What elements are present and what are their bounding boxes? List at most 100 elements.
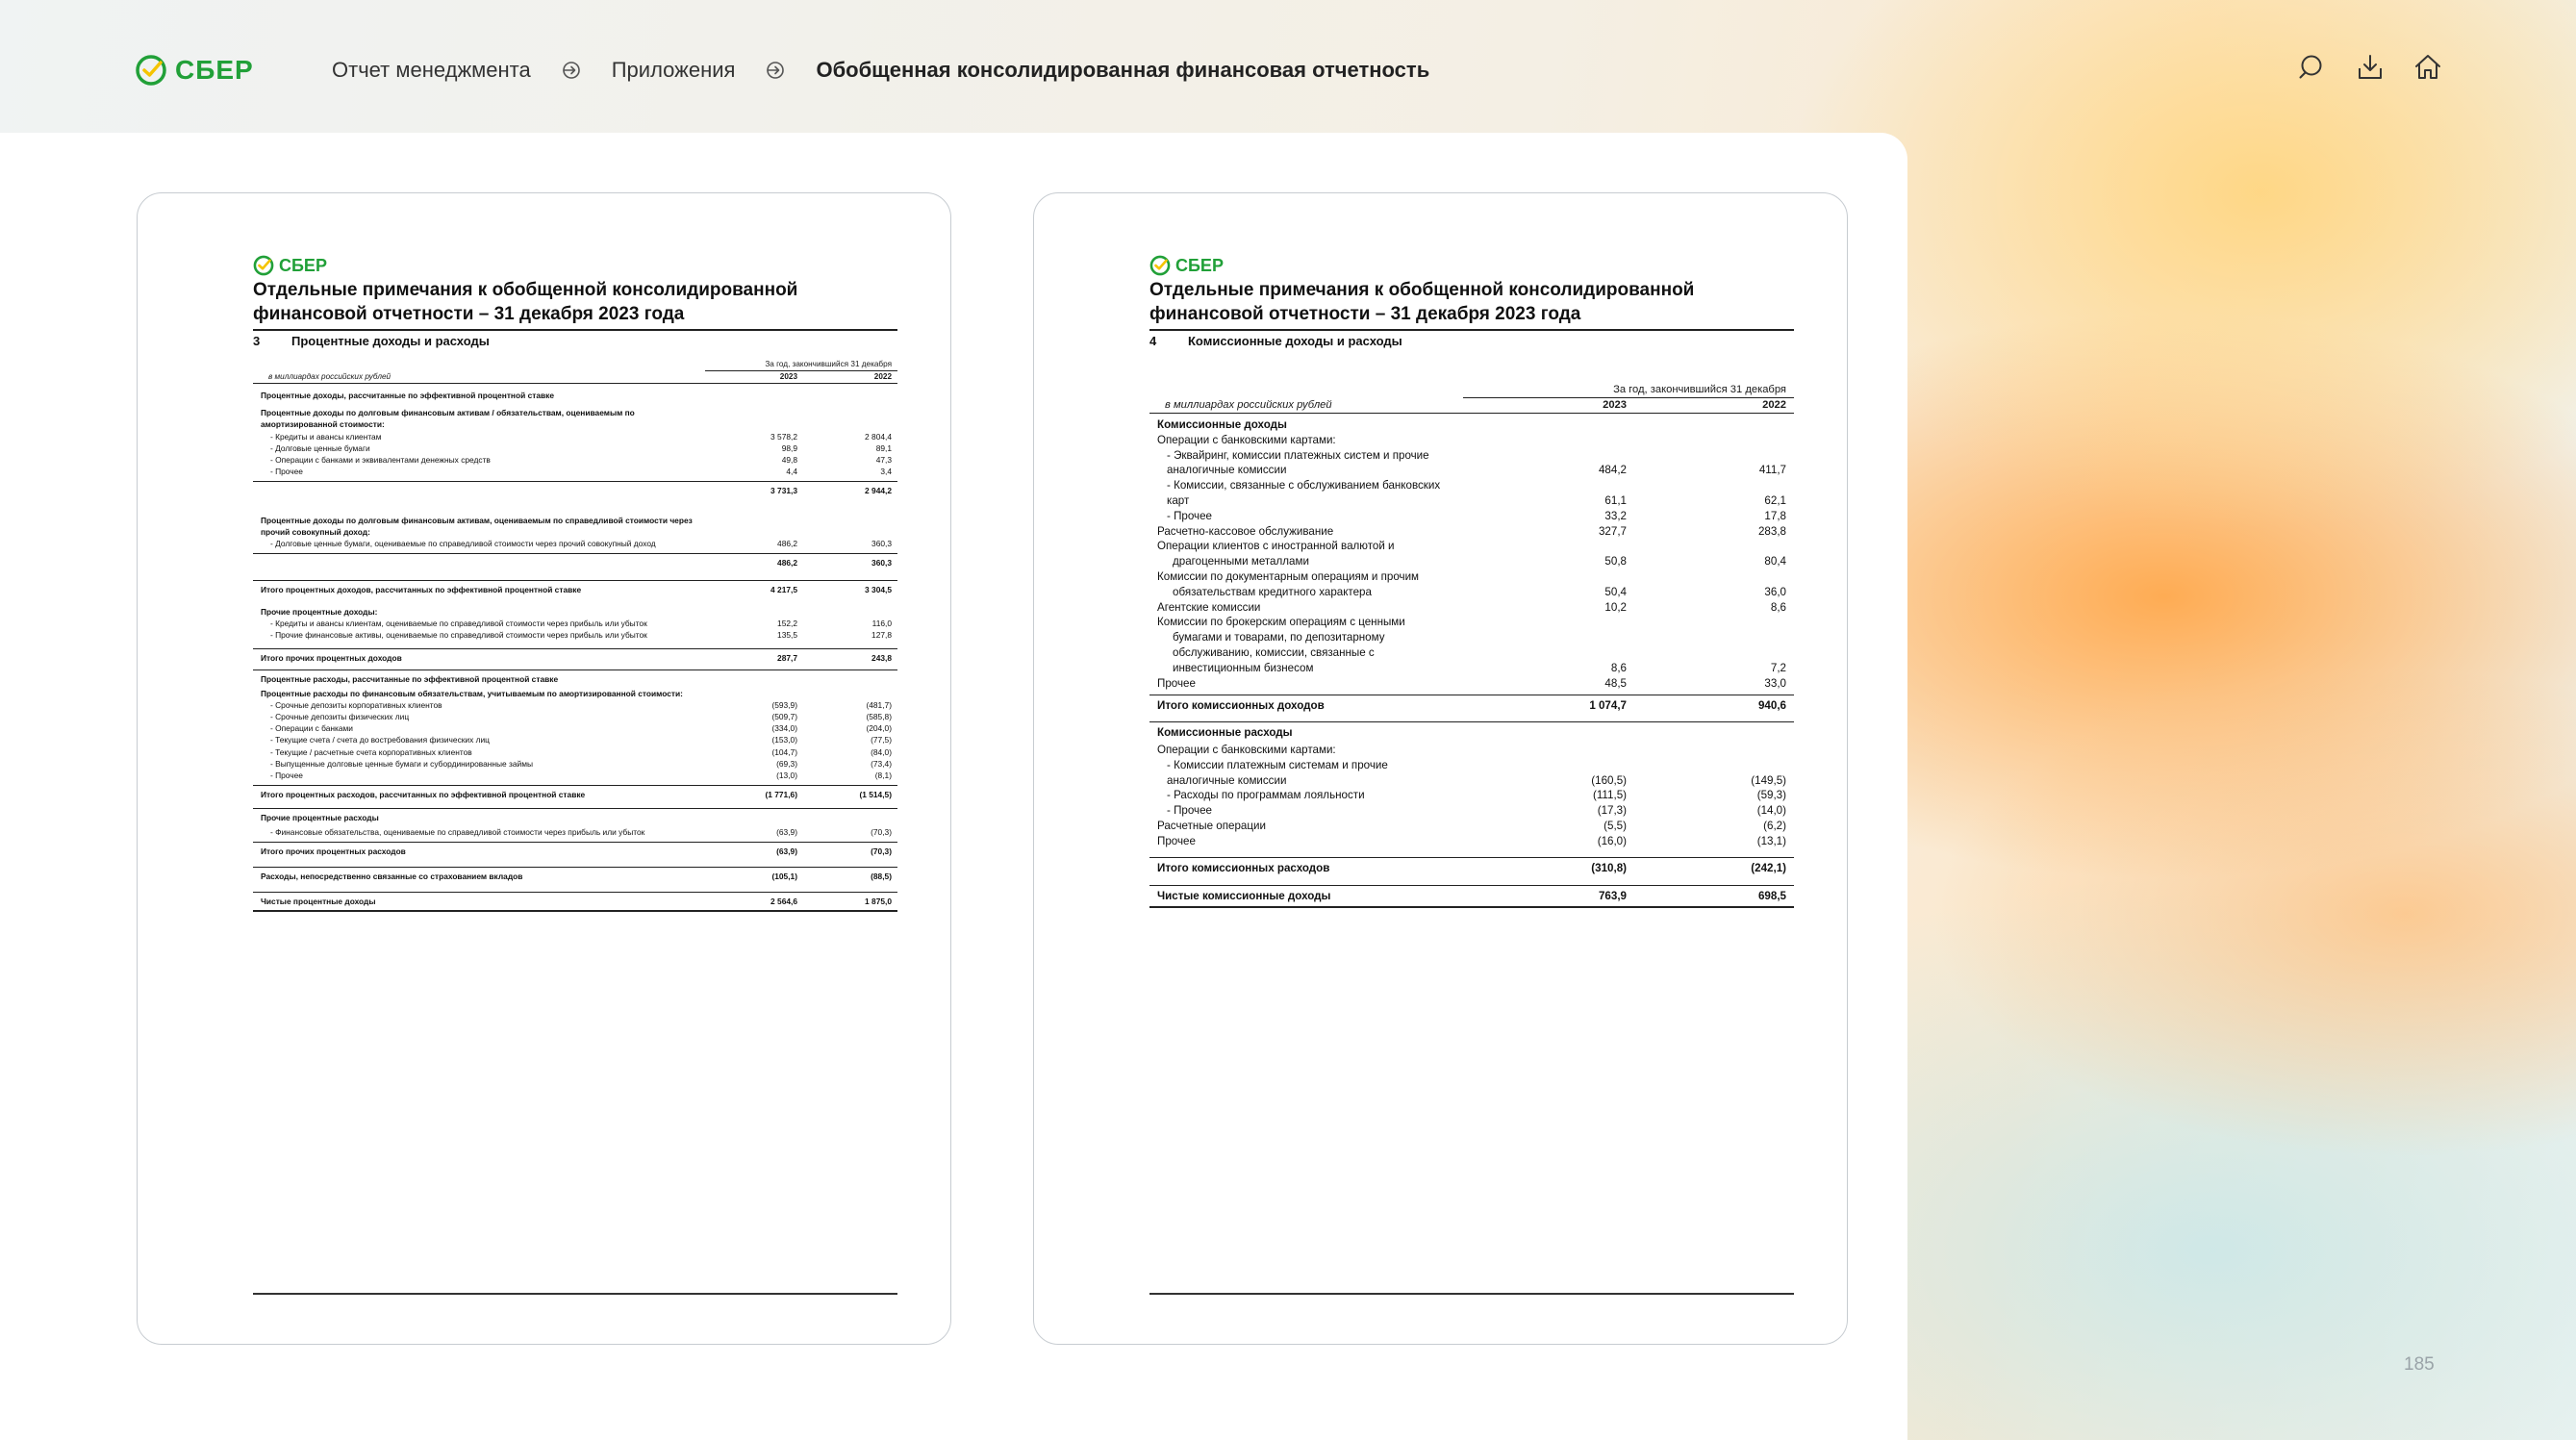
- sber-logo-icon: [1149, 255, 1171, 276]
- table-row: Прочие процентные расходы: [253, 808, 897, 825]
- breadcrumb-item-management-report[interactable]: Отчет менеджмента: [332, 58, 531, 83]
- table-row: - Выпущенные долговые ценные бумаги и су…: [270, 758, 892, 769]
- table-row: Процентные расходы, рассчитанные по эффе…: [253, 669, 897, 687]
- table-row: обязательствам кредитного характера 50,4 3…: [1173, 585, 1786, 598]
- table-row: - Срочные депозиты корпоративных клиенто…: [270, 699, 892, 710]
- home-icon[interactable]: [2412, 52, 2443, 83]
- table-row: - Расходы по программам лояльности (111,5…: [1167, 789, 1786, 802]
- table-row: - Комиссии, связанные с обслуживанием ба…: [1167, 479, 1441, 493]
- table-row: - Финансовые обязательства, оцениваемые …: [270, 826, 892, 837]
- table-row: - Прочее (17,3) (14,0): [1167, 804, 1786, 818]
- doc-title: Отдельные примечания к обобщенной консол…: [253, 280, 798, 324]
- doc-title: Отдельные примечания к обобщенной консол…: [1149, 280, 1695, 324]
- table-row: - Прочее 4,4 3,4: [270, 467, 892, 477]
- table-row: Процентные расходы по финансовым обязате…: [261, 688, 683, 698]
- divider: [1149, 329, 1794, 331]
- document-page-right[interactable]: СБЕР Отдельные примечания к обобщенной к…: [1033, 192, 1848, 1345]
- table-row: Расчетные операции (5,5) (6,2): [1157, 819, 1786, 832]
- doc-logo: СБЕР: [253, 255, 327, 276]
- sber-logo-icon: [136, 55, 166, 86]
- table-row: Прочие процентные доходы:: [261, 606, 378, 617]
- table-row: Итого прочих процентных расходов (63,9) (7…: [253, 841, 897, 859]
- sber-logo[interactable]: СБЕР: [135, 54, 254, 87]
- table-row: Операции с банковскими картами:: [1157, 743, 1336, 756]
- table-row: драгоценными металлами 50,8 80,4: [1173, 555, 1786, 568]
- table-row: Комиссионные расходы: [1149, 721, 1794, 743]
- table-row: - Операции с банками (334,0) (204,0): [270, 723, 892, 734]
- table-row: Комиссионные доходы: [1157, 418, 1287, 431]
- year-col-1: 2023: [1603, 399, 1627, 411]
- table-row: Итого процентных расходов, рассчитанных …: [253, 785, 897, 802]
- table-row: инвестиционным бизнесом 8,6 7,2: [1173, 661, 1786, 674]
- interest-table: За год, закончившийся 31 декабря в милли…: [253, 359, 897, 912]
- table-row: Процентные доходы, рассчитанные по эффек…: [261, 391, 554, 400]
- section-title: Комиссионные доходы и расходы: [1188, 334, 1402, 348]
- table-row: - Прочее 33,2 17,8: [1167, 509, 1786, 522]
- sber-logo-icon: [253, 255, 274, 276]
- search-icon[interactable]: [2297, 52, 2328, 83]
- table-row: Комиссии по документарным операциям и пр…: [1157, 569, 1420, 583]
- breadcrumb: Отчет менеджмента Приложения Обобщенная …: [332, 58, 1429, 83]
- breadcrumb-current: Обобщенная консолидированная финансовая …: [816, 58, 1430, 82]
- table-row: Операции с банковскими картами:: [1157, 433, 1336, 446]
- arrow-circle-icon: [764, 59, 787, 82]
- divider: [253, 329, 897, 331]
- table-row: аналогичные комиссии 484,2 411,7: [1167, 464, 1786, 477]
- table-row: аналогичные комиссии (160,5) (149,5): [1167, 773, 1786, 787]
- footer-rule: [1149, 1293, 1794, 1295]
- table-row: - Операции с банками и эквивалентами ден…: [270, 455, 892, 466]
- table-row: 3 731,3 2 944,2: [253, 481, 897, 498]
- table-row: - Прочее (13,0) (8,1): [270, 771, 892, 781]
- arrow-circle-icon: [560, 59, 583, 82]
- table-row: - Эквайринг, комиссии платежных систем и…: [1167, 448, 1429, 462]
- table-row: Комиссии по брокерским операциям с ценны…: [1157, 616, 1405, 629]
- table-row: обслуживанию, комиссии, связанные с: [1173, 645, 1375, 659]
- footer-rule: [253, 1293, 897, 1295]
- section-heading: 3 Процентные доходы и расходы: [253, 334, 490, 348]
- table-row: карт 61,1 62,1: [1167, 493, 1786, 507]
- section-number: 4: [1149, 334, 1157, 348]
- year-col-1: 2023: [779, 372, 797, 381]
- table-row: - Кредиты и авансы клиентам 3 578,2 2 804,…: [270, 431, 892, 442]
- breadcrumb-item-appendices[interactable]: Приложения: [612, 58, 736, 83]
- table-row: Расходы, непосредственно связанные со ст…: [253, 867, 897, 884]
- period-header: За год, закончившийся 31 декабря: [1463, 382, 1794, 398]
- table-row: Итого комиссионных доходов 1 074,7 940,6: [1149, 695, 1794, 716]
- table-row: - Долговые ценные бумаги, оцениваемые по…: [270, 539, 892, 549]
- table-row: Прочее (16,0) (13,1): [1157, 834, 1786, 847]
- note-3-interest: СБЕР Отдельные примечания к обобщенной к…: [138, 193, 950, 1344]
- table-row: - Текущие / расчетные счета корпоративны…: [270, 746, 892, 757]
- table-row: Итого комиссионных расходов (310,8) (242,1…: [1149, 856, 1794, 878]
- commission-table: За год, закончившийся 31 декабря в милли…: [1149, 382, 1794, 909]
- table-row: Процентные доходы по долговым финансовым…: [261, 408, 635, 430]
- unit-label: в миллиардах российских рублей: [268, 372, 391, 381]
- table-row: - Комиссии платежным системам и прочие: [1167, 758, 1388, 771]
- table-row: Операции клиентов с иностранной валютой …: [1157, 540, 1395, 553]
- page-number: 185: [2404, 1354, 2435, 1375]
- doc-logo-text: СБЕР: [279, 255, 327, 275]
- year-col-2: 2022: [1762, 399, 1786, 411]
- section-number: 3: [253, 334, 261, 348]
- table-row: Агентские комиссии 10,2 8,6: [1157, 600, 1786, 614]
- table-row: бумагами и товарами, по депозитарному: [1173, 631, 1385, 644]
- table-row: - Срочные депозиты физических лиц (509,7)…: [270, 712, 892, 722]
- top-header: СБЕР Отчет менеджмента Приложения Обобще…: [0, 0, 2576, 144]
- table-header: За год, закончившийся 31 декабря в милли…: [1149, 382, 1794, 414]
- table-row: Расчетно-кассовое обслуживание 327,7 283,8: [1157, 524, 1786, 538]
- unit-label: в миллиардах российских рублей: [1165, 399, 1332, 411]
- doc-logo-text: СБЕР: [1175, 255, 1224, 275]
- document-page-left[interactable]: СБЕР Отдельные примечания к обобщенной к…: [137, 192, 951, 1345]
- table-row: Итого прочих процентных доходов 287,7 243,…: [253, 648, 897, 666]
- table-header: За год, закончившийся 31 декабря в милли…: [253, 359, 897, 384]
- logo-text: СБЕР: [175, 55, 254, 85]
- header-actions: [2297, 52, 2443, 83]
- section-title: Процентные доходы и расходы: [291, 334, 490, 348]
- table-row: 486,2 360,3: [253, 553, 897, 570]
- table-row: Чистые комиссионные доходы 763,9 698,5: [1149, 885, 1794, 909]
- note-4-commission: СБЕР Отдельные примечания к обобщенной к…: [1034, 193, 1847, 1344]
- download-icon[interactable]: [2355, 52, 2386, 83]
- table-row: - Текущие счета / счета до востребования…: [270, 735, 892, 745]
- year-col-2: 2022: [873, 372, 892, 381]
- table-row: Чистые процентные доходы 2 564,6 1 875,0: [253, 892, 897, 912]
- table-row: - Кредиты и авансы клиентам, оцениваемые…: [270, 618, 892, 628]
